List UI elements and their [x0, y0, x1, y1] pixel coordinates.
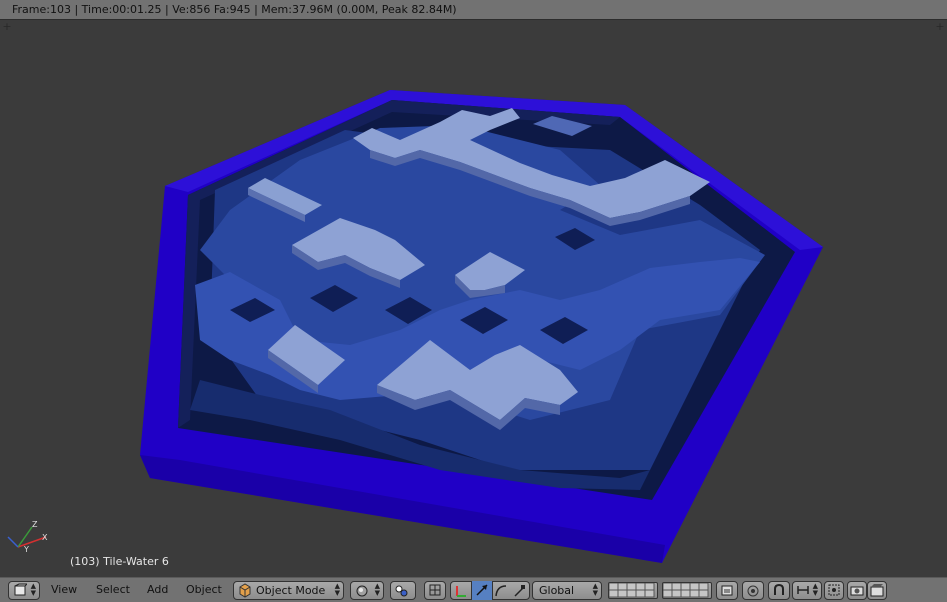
editor-type-selector[interactable]: ▲ ▼: [8, 581, 40, 600]
scale-icon[interactable]: [511, 583, 527, 598]
water-tile-mesh[interactable]: [0, 20, 947, 577]
menu-add[interactable]: Add: [147, 583, 168, 596]
menu-object[interactable]: Object: [186, 583, 222, 596]
axis-x-label: X: [42, 533, 48, 542]
pivot-point-icon: [395, 585, 408, 597]
menu-select[interactable]: Select: [96, 583, 130, 596]
snap-target-button[interactable]: [824, 581, 844, 600]
mode-selector[interactable]: Object Mode ▲ ▼: [233, 581, 344, 600]
mode-label: Object Mode: [256, 584, 326, 597]
updown-arrows-icon: ▲ ▼: [334, 582, 340, 597]
scene-statistics: Frame:103 | Time:00:01.25 | Ve:856 Fa:94…: [12, 3, 457, 16]
active-object-label: (103) Tile-Water 6: [70, 555, 169, 568]
layers-group-1[interactable]: [608, 582, 658, 599]
editor-type-icon: [14, 583, 27, 596]
orientation-label: Global: [539, 584, 575, 597]
snap-element-icon: [797, 586, 809, 594]
layers-icon: [662, 582, 709, 598]
updown-arrows-icon: ▲ ▼: [592, 582, 598, 597]
anim-icon: [870, 584, 884, 597]
snap-button[interactable]: [768, 581, 790, 600]
manipulator-icon: [429, 584, 441, 596]
manipulator-toggle[interactable]: [424, 581, 446, 600]
transform-orientation-selector[interactable]: Global ▲ ▼: [532, 581, 602, 600]
lock-layers-icon: [721, 585, 733, 596]
object-mode-icon: [239, 583, 251, 598]
snap-icon: [774, 583, 784, 595]
transform-manipulators: [450, 581, 530, 600]
3d-viewport[interactable]: + + (103) Tile-Water 6 X Z Y: [0, 20, 947, 577]
proportional-edit-button[interactable]: [742, 581, 764, 600]
layers-group-2[interactable]: [662, 582, 712, 599]
layers-icon: [608, 582, 655, 598]
pivot-point-selector[interactable]: [390, 581, 416, 600]
lock-layers-button[interactable]: [716, 581, 738, 600]
axis-gizmo: X Z Y: [7, 520, 48, 554]
info-bar: Frame:103 | Time:00:01.25 | Ve:856 Fa:94…: [0, 0, 947, 20]
snap-element-selector[interactable]: ▲ ▼: [792, 581, 822, 600]
anim-render-button[interactable]: [867, 581, 887, 600]
viewport-header: ▲ ▼ View Select Add Object Object Mode ▲ ▼…: [0, 577, 947, 602]
axis-y-label: Y: [23, 545, 29, 554]
translate-button[interactable]: [471, 581, 493, 600]
updown-arrows-icon: ▲ ▼: [374, 582, 380, 597]
menu-view[interactable]: View: [51, 583, 77, 596]
updown-arrows-icon: ▲ ▼: [812, 582, 818, 597]
viewport-shading-selector[interactable]: ▲ ▼: [350, 581, 384, 600]
viewport-shading-icon: [356, 585, 368, 597]
render-icon: [850, 586, 864, 596]
render-button[interactable]: [847, 581, 867, 600]
axis-z-label: Z: [32, 520, 38, 529]
translate-icon: [476, 584, 488, 596]
updown-arrows-icon: ▲ ▼: [30, 582, 36, 597]
rotate-icon[interactable]: [493, 583, 509, 598]
snap-target-icon: [828, 584, 840, 596]
proportional-edit-icon: [747, 585, 759, 597]
manipulator-icon[interactable]: [453, 583, 469, 598]
